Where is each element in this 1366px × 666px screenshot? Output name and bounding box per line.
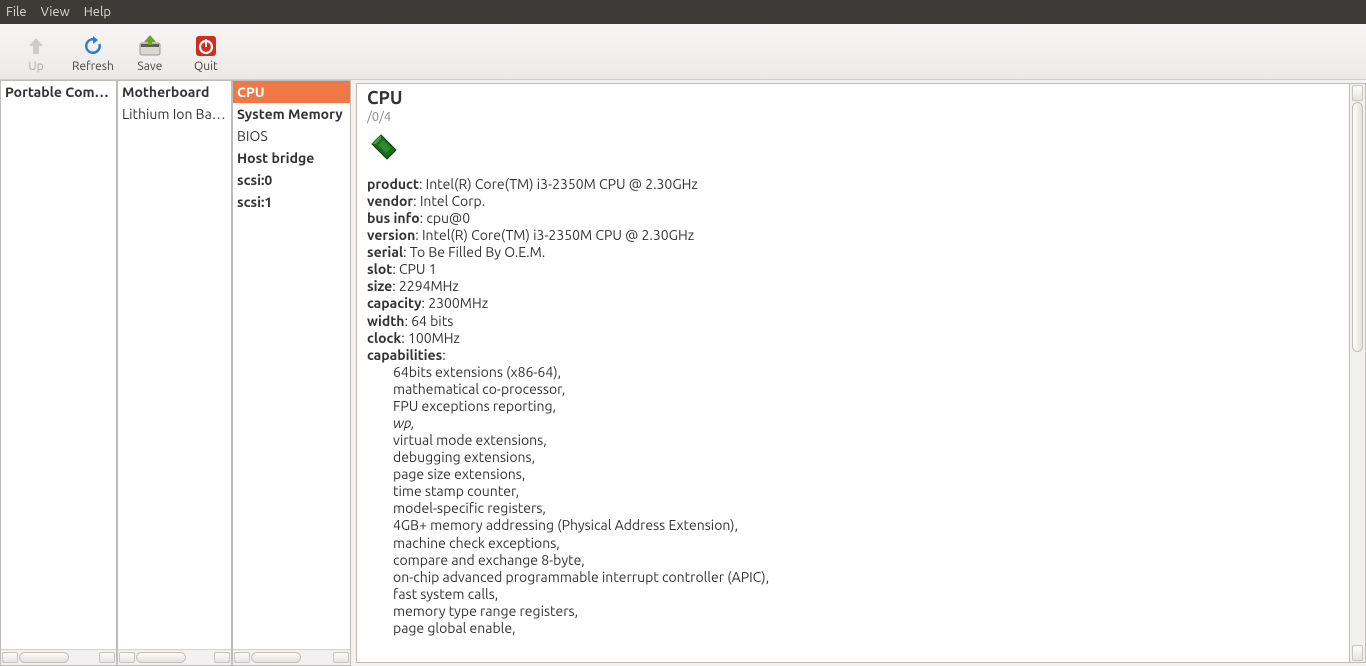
cap-item: page size extensions, xyxy=(393,466,1339,483)
refresh-icon xyxy=(79,32,107,60)
tree-item-system-memory[interactable]: System Memory xyxy=(233,103,350,125)
field-capabilities: capabilities: xyxy=(367,347,1339,364)
tree-item-battery[interactable]: Lithium Ion Battery xyxy=(118,103,231,125)
cap-item: 64bits extensions (x86-64), xyxy=(393,364,1339,381)
tree-item-cpu[interactable]: CPU xyxy=(233,81,350,103)
tree-item-scsi1[interactable]: scsi:1 xyxy=(233,191,350,213)
content-area: Portable Computer Motherboard Lithium Io… xyxy=(0,80,1366,666)
detail-title: CPU xyxy=(367,88,1339,110)
field-width: width: 64 bits xyxy=(367,313,1339,330)
arrow-up-icon xyxy=(22,32,50,60)
cap-item: FPU exceptions reporting, xyxy=(393,398,1339,415)
save-label: Save xyxy=(137,60,162,73)
cap-item: on-chip advanced programmable interrupt … xyxy=(393,569,1339,586)
tree-item-portable-computer[interactable]: Portable Computer xyxy=(1,81,116,103)
field-bus-info: bus info: cpu@0 xyxy=(367,210,1339,227)
menu-file[interactable]: File xyxy=(6,5,27,19)
cap-item: fast system calls, xyxy=(393,586,1339,603)
cpu-chip-icon xyxy=(367,130,1339,168)
refresh-label: Refresh xyxy=(72,60,114,73)
up-label: Up xyxy=(28,60,43,73)
tree-column-1: Portable Computer xyxy=(0,80,117,666)
capabilities-list: 64bits extensions (x86-64), mathematical… xyxy=(393,364,1339,637)
power-icon xyxy=(192,32,220,60)
cap-item: machine check exceptions, xyxy=(393,535,1339,552)
col3-hscrollbar[interactable] xyxy=(233,649,350,665)
cap-item: debugging extensions, xyxy=(393,449,1339,466)
tree-column-3-list[interactable]: CPU System Memory BIOS Host bridge scsi:… xyxy=(233,81,350,649)
detail-pane: CPU /0/4 product: Intel(R) Core(TM) i3-2… xyxy=(356,83,1350,663)
save-icon xyxy=(136,32,164,60)
tree-item-bios[interactable]: BIOS xyxy=(233,125,350,147)
menu-view[interactable]: View xyxy=(41,5,70,19)
cap-item: virtual mode extensions, xyxy=(393,432,1339,449)
toolbar: Up Refresh Save Quit xyxy=(0,24,1366,80)
cap-item: 4GB+ memory addressing (Physical Address… xyxy=(393,517,1339,534)
col1-hscrollbar[interactable] xyxy=(1,649,116,665)
cap-item: mathematical co-processor, xyxy=(393,381,1339,398)
field-clock: clock: 100MHz xyxy=(367,330,1339,347)
field-vendor: vendor: Intel Corp. xyxy=(367,193,1339,210)
cap-item: page global enable, xyxy=(393,620,1339,637)
field-serial: serial: To Be Filled By O.E.M. xyxy=(367,244,1339,261)
detail-vscrollbar[interactable] xyxy=(1350,83,1366,663)
cap-item: wp, xyxy=(393,415,1339,432)
cap-item: memory type range registers, xyxy=(393,603,1339,620)
up-button[interactable]: Up xyxy=(8,30,64,75)
quit-label: Quit xyxy=(194,60,218,73)
tree-column-3: CPU System Memory BIOS Host bridge scsi:… xyxy=(232,80,351,666)
quit-button[interactable]: Quit xyxy=(178,30,234,75)
cap-item: time stamp counter, xyxy=(393,483,1339,500)
menubar: File View Help xyxy=(0,0,1366,24)
cap-item: model-specific registers, xyxy=(393,500,1339,517)
field-size: size: 2294MHz xyxy=(367,278,1339,295)
field-slot: slot: CPU 1 xyxy=(367,261,1339,278)
tree-column-2-list[interactable]: Motherboard Lithium Ion Battery xyxy=(118,81,231,649)
cap-item: compare and exchange 8-byte, xyxy=(393,552,1339,569)
menu-help[interactable]: Help xyxy=(84,5,111,19)
tree-item-scsi0[interactable]: scsi:0 xyxy=(233,169,350,191)
tree-item-motherboard[interactable]: Motherboard xyxy=(118,81,231,103)
tree-column-2: Motherboard Lithium Ion Battery xyxy=(117,80,232,666)
detail-pane-wrap: CPU /0/4 product: Intel(R) Core(TM) i3-2… xyxy=(351,80,1366,666)
save-button[interactable]: Save xyxy=(122,30,178,75)
tree-column-1-list[interactable]: Portable Computer xyxy=(1,81,116,649)
refresh-button[interactable]: Refresh xyxy=(64,30,122,75)
field-capacity: capacity: 2300MHz xyxy=(367,295,1339,312)
tree-item-host-bridge[interactable]: Host bridge xyxy=(233,147,350,169)
col2-hscrollbar[interactable] xyxy=(118,649,231,665)
field-version: version: Intel(R) Core(TM) i3-2350M CPU … xyxy=(367,227,1339,244)
field-product: product: Intel(R) Core(TM) i3-2350M CPU … xyxy=(367,176,1339,193)
detail-path: /0/4 xyxy=(367,110,1339,126)
